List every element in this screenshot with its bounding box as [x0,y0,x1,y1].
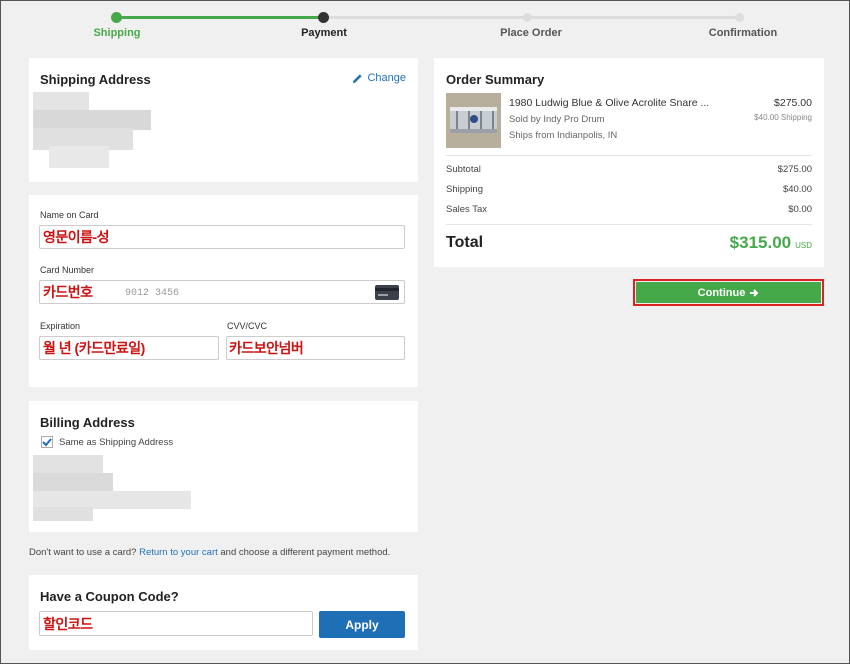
step-dot-confirmation [735,13,744,22]
return-to-cart-link[interactable]: Return to your cart [139,547,218,558]
order-summary-title: Order Summary [446,72,545,87]
step-label-payment: Payment [301,27,347,39]
shipping-address-card: Shipping Address Change [29,58,418,182]
subtotal-value: $275.00 [777,164,812,175]
apply-coupon-button[interactable]: Apply [319,611,405,638]
order-summary-card: Order Summary 1980 Ludwig Blue & Olive A… [434,58,824,267]
continue-label: Continue [697,286,746,299]
arrow-right-icon [750,288,759,297]
continue-button-highlight: Continue [633,279,824,306]
cvv-annotation: 카드보안넘버 [229,340,304,356]
payment-note-suffix: and choose a different payment method. [220,547,391,558]
divider [446,155,812,156]
shipping-label: Shipping [446,184,483,195]
total-label: Total [446,234,484,251]
step-dot-payment [318,12,329,23]
product-name[interactable]: 1980 Ludwig Blue & Olive Acrolite Snare … [509,97,709,109]
step-dot-shipping [111,12,122,23]
currency-label: USD [795,241,812,250]
checkmark-icon [42,438,52,447]
product-shipping-cost: $40.00 Shipping [754,113,812,122]
sales-tax-value: $0.00 [788,204,812,215]
subtotal-label: Subtotal [446,164,481,175]
coupon-title: Have a Coupon Code? [40,589,179,604]
billing-address-title: Billing Address [40,415,135,430]
same-as-shipping-checkbox[interactable] [41,436,53,448]
step-label-place-order: Place Order [500,27,562,39]
name-annotation: 영문이름-성 [43,229,110,245]
card-number-label: Card Number [40,265,95,275]
change-address-link[interactable]: Change [352,72,406,84]
total-amount: $315.00 USD [730,233,812,253]
total-value: $315.00 [729,233,792,252]
payment-card: Name on Card 영문이름-성 Card Number 9012 345… [29,195,418,387]
checkout-progress: Shipping Payment Place Order Confirmatio… [1,1,850,49]
product-price: $275.00 [774,97,812,109]
coupon-annotation: 할인코드 [43,616,93,632]
sales-tax-label: Sales Tax [446,204,488,215]
change-label: Change [367,72,406,84]
snare-drum-image [446,93,501,148]
product-ships-from: Ships from Indianpolis, IN [509,130,618,141]
progress-track-complete [116,16,323,19]
step-label-confirmation: Confirmation [708,27,778,39]
pencil-icon [353,73,363,83]
product-seller: Sold by Indy Pro Drum [509,114,605,125]
cvv-label: CVV/CVC [227,321,268,331]
payment-note-prefix: Don't want to use a card? [29,547,137,558]
same-as-shipping-option[interactable]: Same as Shipping Address [41,436,173,448]
expiration-annotation: 월 년 (카드만료일) [43,340,145,356]
card-number-annotation: 카드번호 [43,284,93,300]
product-thumbnail[interactable] [446,93,501,148]
card-number-placeholder: 9012 3456 [125,288,180,299]
step-dot-place-order [523,13,532,22]
step-label-shipping[interactable]: Shipping [47,27,187,39]
payment-note: Don't want to use a card? Return to your… [29,547,390,558]
expiration-label: Expiration [40,321,81,331]
credit-card-icon [375,285,399,300]
continue-button[interactable]: Continue [636,282,821,303]
billing-address-card: Billing Address Same as Shipping Address [29,401,418,532]
shipping-address-title: Shipping Address [40,72,151,87]
same-as-shipping-label: Same as Shipping Address [59,436,174,448]
divider [446,224,812,225]
name-on-card-label: Name on Card [40,210,99,220]
card-number-input[interactable] [39,280,405,304]
shipping-value: $40.00 [782,184,812,195]
